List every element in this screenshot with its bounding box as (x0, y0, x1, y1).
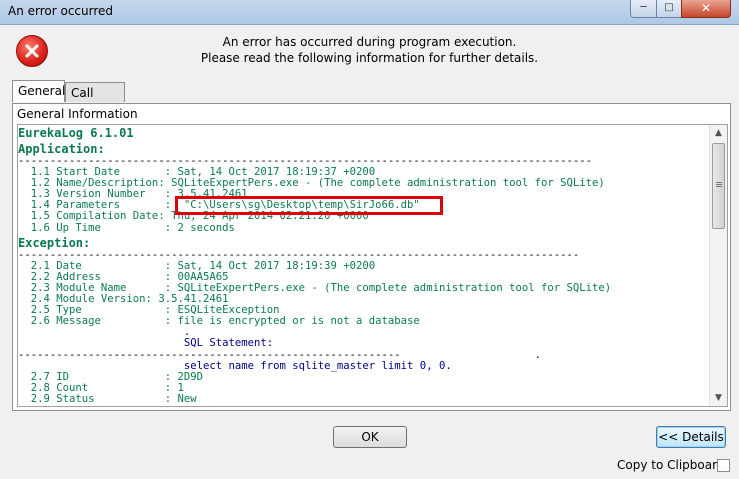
log-line: Application: (18, 142, 105, 156)
general-information-label: General Information (17, 107, 138, 121)
tab-call-stack[interactable]: Call Stack (65, 82, 125, 120)
vertical-scrollbar[interactable]: ▲ ▼ (709, 125, 727, 406)
log-line: EurekaLog 6.1.01 (18, 126, 134, 140)
log-line: ----------------------------------------… (18, 348, 541, 361)
error-message-line2: Please read the following information fo… (200, 51, 539, 65)
general-tab-panel: General Information EurekaLog 6.1.01 Appl… (12, 103, 731, 411)
minimize-button[interactable]: ─ (630, 0, 657, 18)
dialog-body: An error has occurred during program exe… (6, 25, 733, 476)
log-line: 2.9 Status : New (18, 392, 197, 405)
window-title: An error occurred (8, 4, 114, 18)
scroll-thumb[interactable] (712, 143, 725, 229)
maximize-button[interactable]: □ (656, 0, 682, 18)
error-log-box[interactable]: EurekaLog 6.1.01 Application: ------------… (17, 124, 728, 407)
error-message-line1: An error has occurred during program exe… (222, 35, 517, 49)
ok-button[interactable]: OK (333, 426, 407, 448)
details-button[interactable]: << Details (656, 426, 726, 448)
copy-to-clipboard-label: Copy to Clipboard (617, 458, 725, 472)
close-button[interactable]: ✕ (681, 0, 731, 18)
tab-general[interactable]: General (12, 80, 65, 102)
log-line: SQL Statement: (18, 337, 274, 350)
log-line: 1.6 Up Time : 2 seconds (18, 221, 235, 234)
parameters-highlight (175, 196, 443, 215)
error-log-text[interactable]: EurekaLog 6.1.01 Application: ------------… (18, 125, 706, 406)
copy-to-clipboard-checkbox[interactable] (717, 459, 730, 472)
log-line: Exception: (18, 235, 91, 250)
scroll-down-icon[interactable]: ▼ (710, 390, 727, 406)
title-bar: An error occurred ─ □ ✕ (0, 0, 739, 25)
scroll-up-icon[interactable]: ▲ (710, 125, 727, 141)
